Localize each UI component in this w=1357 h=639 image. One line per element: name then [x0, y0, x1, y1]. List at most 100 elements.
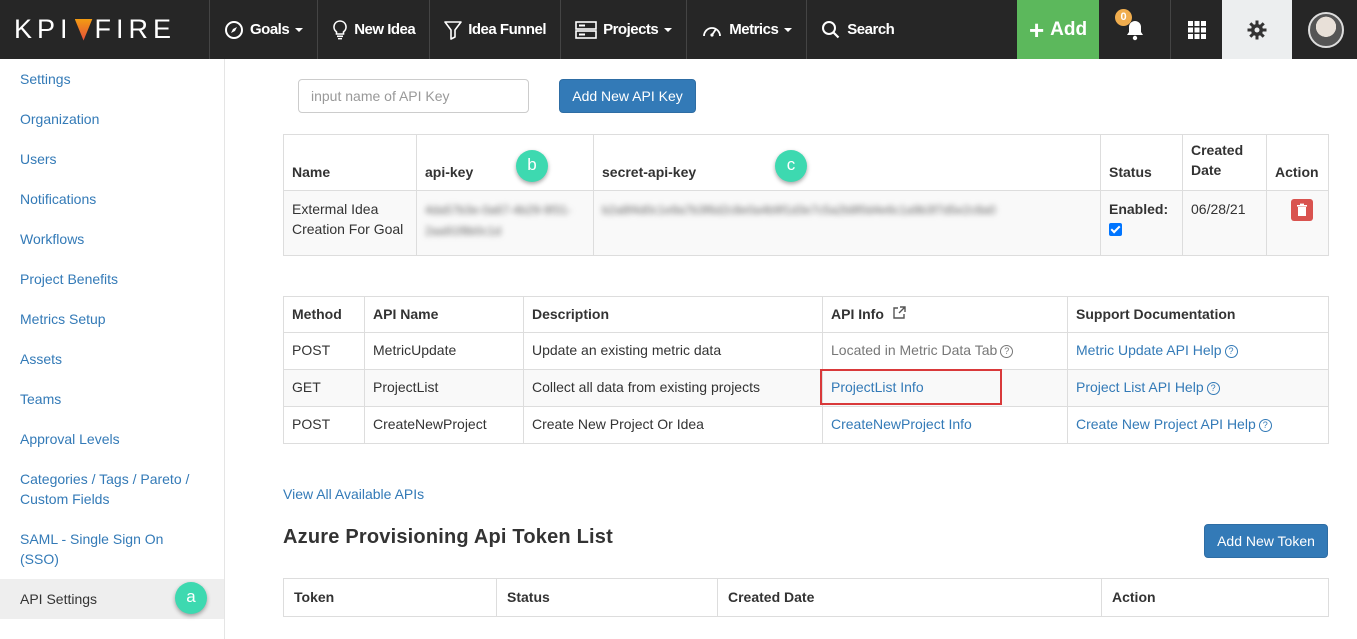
column-header-support-documentation: Support Documentation	[1067, 296, 1329, 333]
apps-grid-button[interactable]	[1171, 0, 1222, 59]
kpifire-logo[interactable]: KPI FIRE	[0, 0, 210, 59]
add-new-token-button[interactable]: Add New Token	[1204, 524, 1328, 558]
server-icon	[575, 20, 597, 39]
column-header-method: Method	[283, 296, 365, 333]
notification-count-badge: 0	[1115, 9, 1132, 26]
column-header-api-key: api-key	[416, 134, 594, 191]
plus-icon: +	[1028, 14, 1045, 45]
flame-icon	[74, 18, 93, 41]
column-header-description: Description	[523, 296, 823, 333]
external-link-icon[interactable]	[892, 306, 906, 320]
trash-icon	[1297, 203, 1307, 216]
secret-api-key-text: b2a8f4d0c1e9a7b3f6d2c8e0a4b9f1d3e7c5a2b8…	[602, 203, 996, 217]
table-row: GET ProjectList Collect all data from ex…	[283, 369, 1329, 407]
column-header-status: Status	[1100, 134, 1183, 191]
sidebar-item-teams[interactable]: Teams	[20, 389, 61, 409]
settings-button[interactable]	[1222, 0, 1292, 59]
view-all-apis-link[interactable]: View All Available APIs	[283, 486, 424, 502]
notifications-button[interactable]: 0	[1099, 0, 1171, 59]
table-row: POST CreateNewProject Create New Project…	[283, 406, 1329, 444]
callout-marker-a: a	[175, 582, 207, 614]
chevron-down-icon	[784, 27, 793, 32]
api-description: Update an existing metric data	[523, 332, 823, 370]
nav-metrics[interactable]: Metrics	[687, 0, 808, 59]
sidebar-item-organization[interactable]: Organization	[20, 109, 99, 129]
api-name: ProjectList	[364, 369, 524, 407]
nav-new-idea-label: New Idea	[354, 21, 416, 38]
column-header-token: Token	[283, 578, 497, 617]
chevron-down-icon	[664, 27, 673, 32]
sidebar-item-assets[interactable]: Assets	[20, 349, 62, 369]
api-method: POST	[283, 332, 365, 370]
table-header-row: Token Status Created Date Action	[283, 578, 1329, 617]
sidebar-item-settings[interactable]: Settings	[20, 69, 71, 89]
api-doc-cell: Create New Project API Help?	[1067, 406, 1329, 444]
help-icon: ?	[1258, 419, 1272, 432]
createnewproject-info-link[interactable]: CreateNewProject Info	[831, 416, 972, 432]
nav-projects[interactable]: Projects	[561, 0, 688, 59]
projectlist-info-link[interactable]: ProjectList Info	[831, 379, 924, 395]
help-icon[interactable]: ?	[1000, 345, 1014, 358]
enabled-checkbox[interactable]	[1109, 223, 1122, 236]
column-header-api-name: API Name	[364, 296, 524, 333]
api-key-name-input[interactable]	[298, 79, 529, 113]
table-header-row: Method API Name Description API Info Sup…	[283, 296, 1329, 333]
nav-search[interactable]: Search	[807, 0, 908, 59]
api-info-text: Located in Metric Data Tab	[831, 342, 998, 358]
sidebar-item-saml-sso[interactable]: SAML - Single Sign On (SSO)	[20, 529, 180, 569]
api-key-name: Extermal Idea Creation For Goal	[283, 190, 417, 256]
add-button[interactable]: + Add	[1017, 0, 1099, 59]
column-header-status: Status	[496, 578, 718, 617]
sidebar-item-project-benefits[interactable]: Project Benefits	[20, 269, 118, 289]
created-date: 06/28/21	[1182, 190, 1267, 256]
api-info: ProjectList Info	[822, 369, 1068, 407]
sidebar-item-metrics-setup[interactable]: Metrics Setup	[20, 309, 106, 329]
api-name: MetricUpdate	[364, 332, 524, 370]
nav-goals[interactable]: Goals	[210, 0, 319, 59]
column-header-action: Action	[1266, 134, 1329, 191]
sidebar-item-categories[interactable]: Categories / Tags / Pareto / Custom Fiel…	[20, 469, 200, 509]
nav-metrics-label: Metrics	[729, 21, 779, 38]
lightbulb-icon	[333, 19, 348, 39]
nav-projects-label: Projects	[603, 21, 659, 38]
avatar	[1308, 11, 1344, 48]
grid-icon	[1187, 20, 1206, 39]
column-header-action: Action	[1101, 578, 1329, 617]
column-header-created-date: Created Date	[717, 578, 1102, 617]
api-method: GET	[283, 369, 365, 407]
column-header-secret-api-key: secret-api-key	[593, 134, 1101, 191]
status-label: Enabled:	[1109, 201, 1169, 217]
nav-idea-funnel[interactable]: Idea Funnel	[430, 0, 562, 59]
nav-idea-funnel-label: Idea Funnel	[468, 21, 547, 38]
sidebar-item-workflows[interactable]: Workflows	[20, 229, 84, 249]
logo-text-right: FIRE	[94, 14, 177, 44]
api-doc-cell: Project List API Help?	[1067, 369, 1329, 407]
create-new-project-api-help-link[interactable]: Create New Project API Help	[1076, 416, 1256, 432]
user-menu[interactable]	[1292, 0, 1357, 59]
compass-icon	[225, 20, 243, 39]
column-header-name: Name	[283, 134, 417, 191]
add-button-label: Add	[1050, 18, 1088, 40]
callout-marker-b: b	[516, 150, 548, 182]
nav-new-idea[interactable]: New Idea	[318, 0, 431, 59]
secret-api-key-value[interactable]: b2a8f4d0c1e9a7b3f6d2c8e0a4b9f1d3e7c5a2b8…	[593, 190, 1101, 256]
azure-section-title: Azure Provisioning Api Token List	[283, 526, 613, 548]
api-name: CreateNewProject	[364, 406, 524, 444]
sidebar-item-approval-levels[interactable]: Approval Levels	[20, 429, 120, 449]
delete-api-key-button[interactable]	[1291, 199, 1313, 221]
add-new-api-key-button[interactable]: Add New API Key	[559, 79, 696, 113]
column-header-created-date: Created Date	[1182, 134, 1267, 191]
api-key-value[interactable]: 4da57b3e-0a67-4b29-9f31-2aa91f8b0c1d	[416, 190, 594, 256]
nav-goals-label: Goals	[250, 21, 290, 38]
metric-update-api-help-link[interactable]: Metric Update API Help	[1076, 342, 1222, 358]
api-info: Located in Metric Data Tab?	[822, 332, 1068, 370]
api-description: Create New Project Or Idea	[523, 406, 823, 444]
help-icon: ?	[1224, 345, 1238, 358]
chevron-down-icon	[295, 27, 304, 32]
status-cell: Enabled:	[1100, 190, 1183, 256]
gear-icon	[1247, 20, 1267, 39]
project-list-api-help-link[interactable]: Project List API Help	[1076, 379, 1204, 395]
api-key-text: 4da57b3e-0a67-4b29-9f31-2aa91f8b0c1d	[425, 203, 572, 238]
sidebar-item-users[interactable]: Users	[20, 149, 57, 169]
sidebar-item-notifications[interactable]: Notifications	[20, 189, 96, 209]
